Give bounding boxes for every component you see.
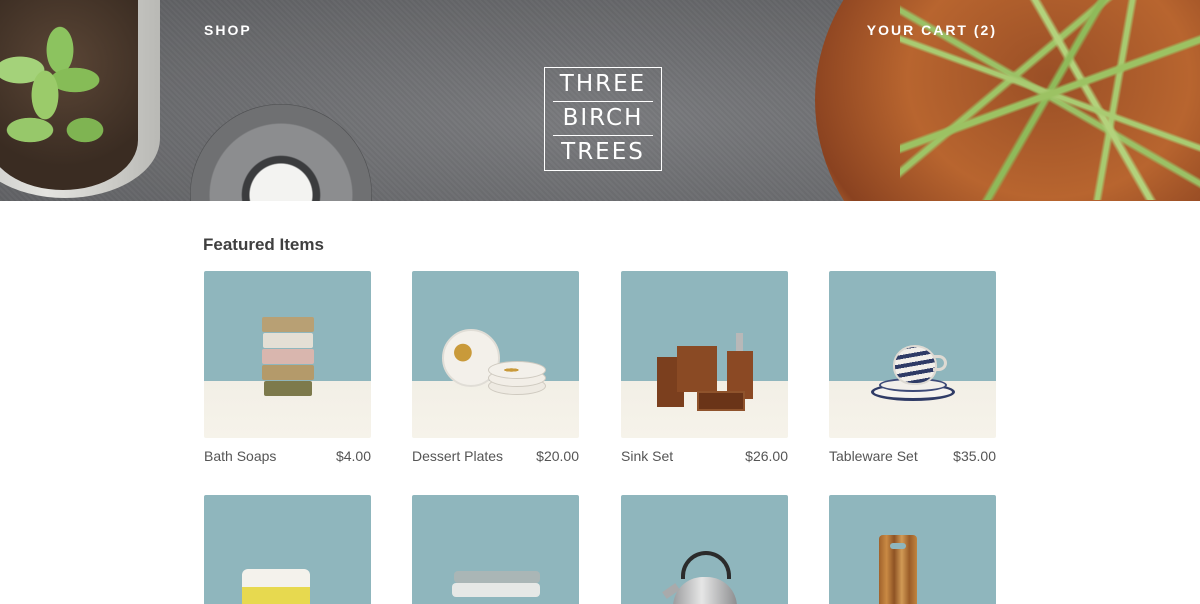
product-card[interactable]: [829, 495, 996, 604]
product-image-yellow-bowl[interactable]: [204, 495, 371, 604]
brand-logo[interactable]: THREE BIRCH TREES: [544, 67, 662, 171]
product-image-tableware-set[interactable]: [829, 271, 996, 438]
product-image-dessert-plates[interactable]: [412, 271, 579, 438]
product-name[interactable]: Sink Set: [621, 448, 673, 464]
yellow-bowl: [242, 569, 310, 604]
product-card[interactable]: [204, 495, 371, 604]
cart-link[interactable]: YOUR CART (2): [867, 22, 997, 38]
candle-holder-image: [190, 104, 372, 201]
soap-bar: [263, 333, 313, 348]
dispenser-pump: [736, 333, 743, 351]
product-price: $20.00: [536, 448, 579, 464]
product-name[interactable]: Dessert Plates: [412, 448, 503, 464]
hero-banner: SHOP YOUR CART (2) THREE BIRCH TREES: [0, 0, 1200, 201]
towel: [454, 571, 540, 583]
product-card[interactable]: Bath Soaps $4.00: [204, 271, 371, 464]
product-card[interactable]: Tableware Set $35.00: [829, 271, 996, 464]
teacup: [893, 345, 937, 385]
soap-dish: [697, 391, 745, 411]
product-image-folded-towels[interactable]: [412, 495, 579, 604]
product-card[interactable]: [412, 495, 579, 604]
product-image-kettle[interactable]: [621, 495, 788, 604]
product-name[interactable]: Bath Soaps: [204, 448, 276, 464]
product-price: $26.00: [745, 448, 788, 464]
section-title: Featured Items: [203, 235, 324, 254]
teacup-handle: [933, 355, 947, 371]
soap-bar: [262, 349, 314, 364]
product-card[interactable]: [621, 495, 788, 604]
kettle-body: [673, 577, 737, 604]
product-price: $4.00: [335, 448, 371, 464]
towel: [452, 583, 540, 597]
shop-link[interactable]: SHOP: [204, 22, 252, 38]
product-card[interactable]: Dessert Plates $20.00: [412, 271, 579, 464]
logo-line-2: BIRCH: [562, 105, 644, 131]
succulent-leaves-image: [0, 10, 120, 180]
kettle-handle: [681, 551, 731, 579]
product-price: $35.00: [953, 448, 996, 464]
product-name[interactable]: Tableware Set: [829, 448, 918, 464]
product-caption: Dessert Plates $20.00: [412, 448, 579, 464]
product-card[interactable]: Sink Set $26.00: [621, 271, 788, 464]
soap-bar: [264, 381, 312, 396]
product-caption: Sink Set $26.00: [621, 448, 788, 464]
product-image-bath-soaps[interactable]: [204, 271, 371, 438]
plate-stack: [488, 361, 546, 379]
logo-line-3: TREES: [561, 139, 645, 165]
logo-line-1: THREE: [559, 71, 647, 97]
tissue-box: [677, 346, 717, 392]
soap-bar: [262, 365, 314, 380]
soap-bar: [262, 317, 314, 332]
product-caption: Bath Soaps $4.00: [204, 448, 371, 464]
cutting-board-hole: [890, 543, 906, 549]
product-caption: Tableware Set $35.00: [829, 448, 996, 464]
product-image-sink-set[interactable]: [621, 271, 788, 438]
product-image-cutting-board[interactable]: [829, 495, 996, 604]
